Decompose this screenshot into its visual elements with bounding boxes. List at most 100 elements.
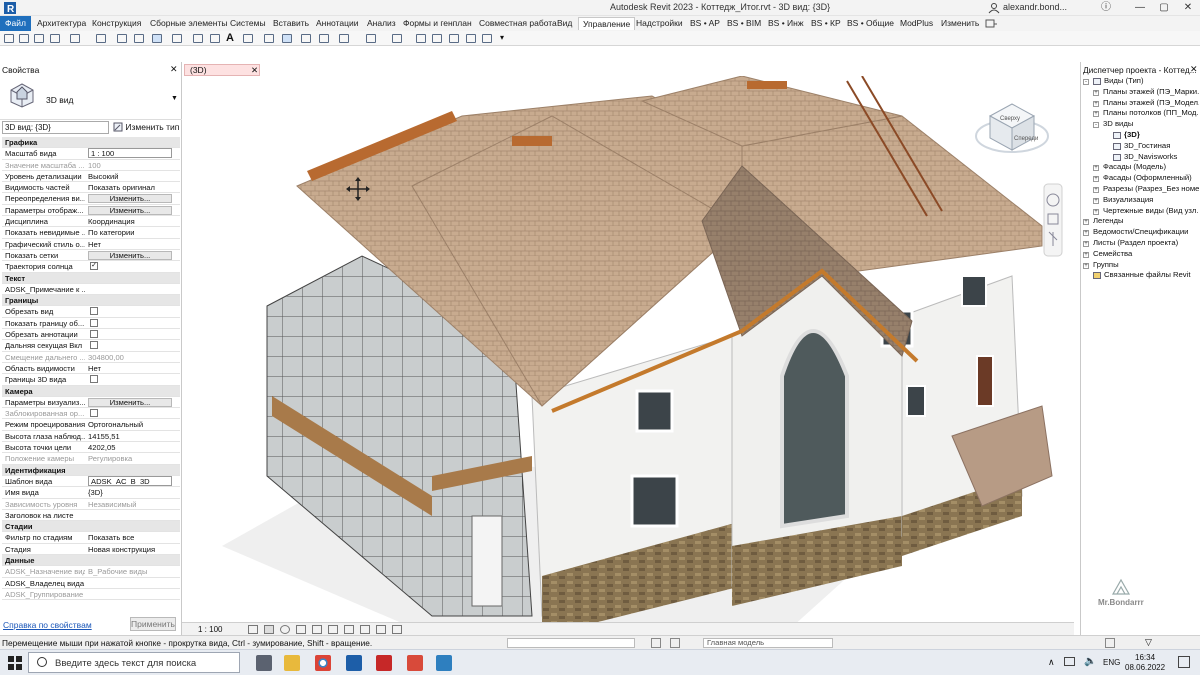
property-row[interactable]: Значение масштаба ... 100 <box>2 160 180 171</box>
browser-node[interactable]: -3D виды <box>1083 119 1199 130</box>
tab-manage[interactable]: Управление <box>578 17 636 30</box>
property-group-header[interactable]: Данные <box>2 554 180 567</box>
chrome-icon[interactable] <box>315 655 331 671</box>
property-value[interactable]: Показать все <box>88 532 172 542</box>
project-browser-close-button[interactable]: ✕ <box>1190 64 1198 75</box>
property-row[interactable]: Шаблон вида ADSK_AC_B_3D <box>2 475 180 488</box>
tab-collaborate[interactable]: Совместная работа <box>479 17 557 30</box>
task-view-icon[interactable] <box>256 655 272 671</box>
tab-file[interactable]: Файл <box>0 16 31 31</box>
property-value[interactable]: Новая конструкция <box>88 544 172 554</box>
browser-node[interactable]: + Планы потолков (ПП_Мод... <box>1083 108 1199 119</box>
account-icon[interactable] <box>988 2 1000 14</box>
property-edit-button[interactable]: Изменить... <box>88 205 172 215</box>
save-icon[interactable] <box>34 34 44 43</box>
detail-level-icon[interactable] <box>248 625 258 634</box>
tab-bs-eng[interactable]: BS • Инж <box>768 17 804 30</box>
property-value[interactable]: Нет <box>88 239 172 249</box>
property-row[interactable]: Зависимость уровня Независимый <box>2 499 180 510</box>
design-options-icon[interactable] <box>670 638 680 648</box>
3d-view-icon[interactable] <box>243 34 253 43</box>
property-group-header[interactable]: Границы <box>2 295 180 307</box>
property-row[interactable]: Границы 3D вида <box>2 374 180 386</box>
property-row[interactable]: Масштаб вида 1 : 100 <box>2 148 180 160</box>
property-value[interactable]: 14155,51 <box>88 431 172 441</box>
browser-node[interactable]: + Семейства <box>1083 249 1199 260</box>
sun-path-icon[interactable] <box>280 625 290 634</box>
property-checkbox[interactable]: ✓ <box>90 262 98 271</box>
revit-logo-icon[interactable]: R <box>3 1 17 15</box>
open-icon[interactable] <box>4 34 14 43</box>
property-value[interactable]: Показать оригинал <box>88 182 172 192</box>
revit-taskbar-icon[interactable] <box>346 655 362 671</box>
property-row[interactable]: Параметры визуализ... Изменить... <box>2 397 180 409</box>
property-value[interactable]: В_Рабочие виды <box>88 566 172 576</box>
expand-icon[interactable]: + <box>1093 186 1099 193</box>
property-row[interactable]: Параметры отображ... Изменить... <box>2 205 180 217</box>
type-dropdown-icon[interactable]: ▼ <box>171 95 178 102</box>
redo-icon[interactable] <box>96 34 106 43</box>
minimize-button[interactable]: — <box>1128 0 1152 16</box>
property-value[interactable]: 1 : 100 <box>88 148 172 159</box>
property-row[interactable]: Переопределения ви... Изменить... <box>2 193 180 205</box>
workset-selector[interactable] <box>507 638 635 648</box>
expand-icon[interactable]: + <box>1083 240 1089 247</box>
mirror-icon[interactable] <box>466 34 476 43</box>
visibility-icon[interactable] <box>339 34 349 43</box>
browser-node[interactable]: + Разрезы (Разрез_Без номе... <box>1083 184 1199 195</box>
property-checkbox[interactable] <box>90 375 98 384</box>
tab-bs-kr[interactable]: BS • КР <box>811 17 841 30</box>
apply-button[interactable]: Применить <box>130 617 176 631</box>
editable-only-icon[interactable] <box>651 638 661 648</box>
browser-node[interactable]: + Фасады (Оформленный) <box>1083 173 1199 184</box>
array-icon[interactable] <box>482 34 492 43</box>
dimension-icon[interactable] <box>172 34 182 43</box>
property-value[interactable]: Нет <box>88 363 172 373</box>
tab-precast[interactable]: Сборные элементы <box>150 17 227 30</box>
move-icon[interactable] <box>416 34 426 43</box>
ribbon-options-icon[interactable] <box>985 19 997 29</box>
user-name[interactable]: alexandr.bond... <box>1003 2 1067 12</box>
measure-icon[interactable] <box>134 34 144 43</box>
align-icon[interactable] <box>210 34 220 43</box>
property-value[interactable]: По категории <box>88 227 172 237</box>
property-value[interactable]: Ортогональный <box>88 419 172 429</box>
browser-node[interactable]: + Легенды <box>1083 216 1199 227</box>
property-row[interactable]: Дисциплина Координация <box>2 216 180 228</box>
property-row[interactable]: Высота точки цели 4202,05 <box>2 442 180 454</box>
tab-structure[interactable]: Конструкция <box>92 17 141 30</box>
lock-view-icon[interactable] <box>344 625 354 634</box>
arrange-icon[interactable] <box>366 34 376 43</box>
property-row[interactable]: Показать сетки Изменить... <box>2 250 180 262</box>
sync-icon[interactable] <box>50 34 60 43</box>
taskbar-clock[interactable]: 16:34 08.06.2022 <box>1125 653 1165 673</box>
tab-annotate[interactable]: Аннотации <box>316 17 359 30</box>
property-group-header[interactable]: Идентификация <box>2 464 180 476</box>
view-tab-close[interactable]: ✕ <box>251 65 258 75</box>
properties-help-link[interactable]: Справка по свойствам <box>3 620 92 630</box>
browser-node[interactable]: + Фасады (Модель) <box>1083 162 1199 173</box>
shadows-icon[interactable] <box>296 625 306 634</box>
tab-addins[interactable]: Надстройки <box>636 17 683 30</box>
tab-3d-view[interactable]: (3D) ✕ <box>184 64 260 76</box>
property-edit-button[interactable]: Изменить... <box>88 194 172 204</box>
property-row[interactable]: Режим проецирования Ортогональный <box>2 419 180 431</box>
edit-type-button[interactable]: Изменить тип <box>113 121 179 134</box>
property-row[interactable]: Уровень детализации Высокий <box>2 171 180 183</box>
file-explorer-icon[interactable] <box>284 655 300 671</box>
thin-lines-icon[interactable] <box>282 34 292 43</box>
property-row[interactable]: Высота глаза наблюд... 14155,51 <box>2 431 180 443</box>
property-row[interactable]: Траектория солнца ✓ <box>2 261 180 273</box>
property-row[interactable]: Показать невидимые ... По категории <box>2 227 180 239</box>
property-value[interactable]: 304800,00 <box>88 352 172 362</box>
filter-icon[interactable]: ▽ <box>1145 637 1152 648</box>
viewcube[interactable]: Сверху Спереди <box>975 103 1049 153</box>
expand-icon[interactable]: + <box>1083 230 1089 237</box>
expand-icon[interactable]: + <box>1083 262 1089 269</box>
property-row[interactable]: ADSK_Группирование <box>2 589 180 601</box>
design-option-selector[interactable]: Главная модель <box>703 638 833 648</box>
property-row[interactable]: Дальняя секущая Вкл <box>2 340 180 352</box>
language-indicator[interactable]: ENG <box>1103 658 1120 667</box>
show-crop-icon[interactable] <box>328 625 338 634</box>
browser-node[interactable]: + Планы этажей (ПЭ_Модел... <box>1083 98 1199 109</box>
